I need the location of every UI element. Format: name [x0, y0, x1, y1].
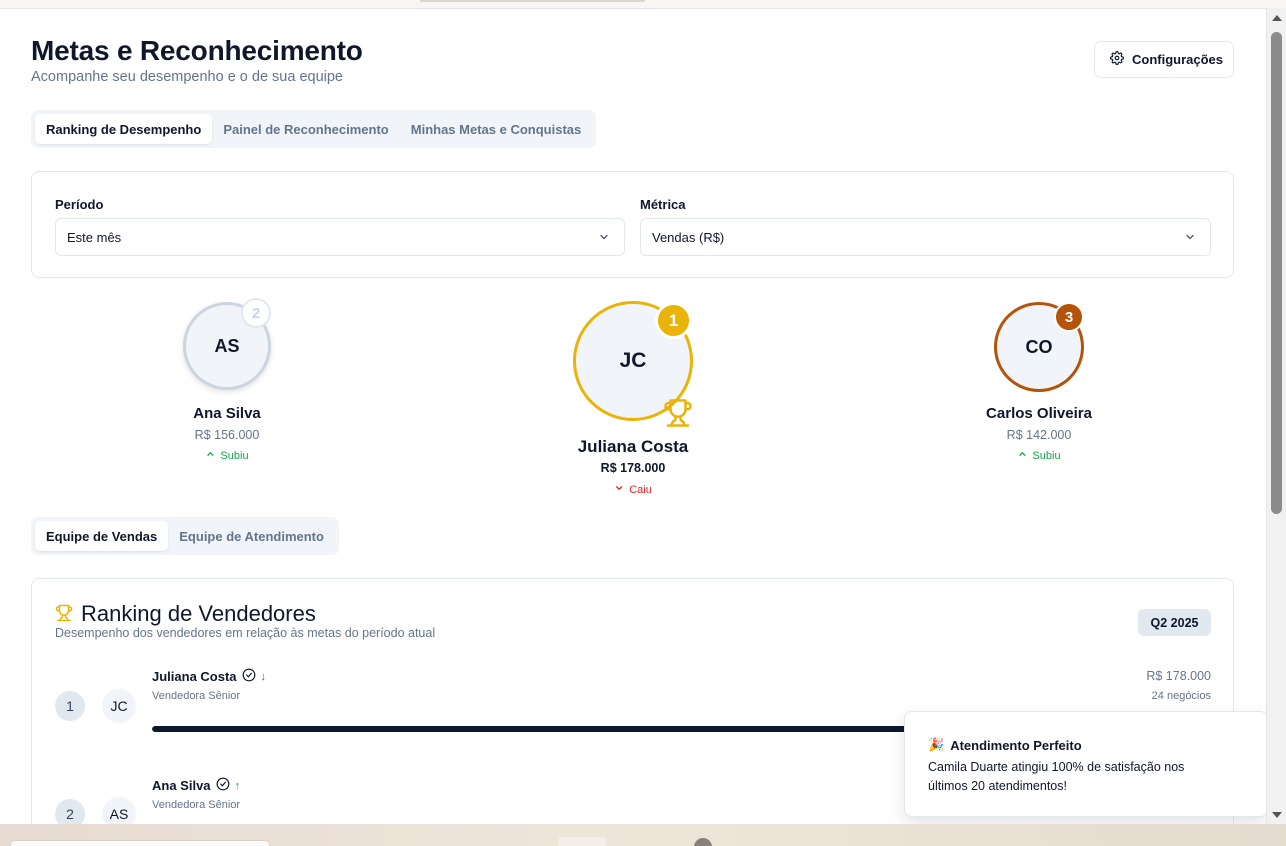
toast-message: Camila Duarte atingiu 100% de satisfação…	[928, 760, 1185, 793]
toast-title-label: Atendimento Perfeito	[950, 737, 1082, 753]
scrollbar[interactable]	[1266, 8, 1286, 824]
party-icon: 🎉	[928, 737, 945, 752]
trend-up: Subiu	[205, 449, 249, 462]
chevron-down-icon	[598, 231, 610, 246]
period-badge: Q2 2025	[1138, 609, 1211, 636]
scrollbar-thumb[interactable]	[1271, 32, 1282, 514]
tab-ranking[interactable]: Ranking de Desempenho	[35, 114, 213, 144]
ranking-description: Desempenho dos vendedores em relação às …	[55, 626, 436, 640]
verified-icon	[242, 668, 256, 685]
podium-value: R$ 142.000	[1006, 428, 1072, 442]
rank-number: 2	[55, 799, 85, 824]
podium-name: Ana Silva	[193, 405, 261, 422]
podium-name: Juliana Costa	[577, 437, 689, 456]
ranking-title: Ranking de Vendedores	[81, 601, 316, 626]
seller-name: Ana Silva ↑	[152, 777, 240, 794]
chevron-down-icon	[614, 483, 624, 496]
period-select[interactable]: Este mês	[55, 218, 625, 256]
taskbar	[0, 824, 1286, 846]
avatar: JC	[102, 689, 136, 723]
chevron-up-icon	[205, 449, 215, 462]
metric-value: Vendas (R$)	[652, 229, 725, 245]
gear-icon	[1110, 51, 1124, 68]
taskbar-search[interactable]	[10, 840, 270, 846]
period-label: Período	[55, 197, 104, 212]
seller-name: Juliana Costa ↓	[152, 668, 266, 685]
chevron-down-icon	[1184, 231, 1196, 246]
settings-label: Configurações	[1132, 52, 1224, 67]
rank-badge-3: 3	[1054, 302, 1084, 332]
team-tabs: Equipe de Vendas Equipe de Atendimento	[31, 517, 339, 555]
podium-name: Carlos Oliveira	[986, 405, 1092, 422]
page-subtitle: Acompanhe seu desempenho e o de sua equi…	[31, 69, 343, 85]
tab-sales-team[interactable]: Equipe de Vendas	[35, 521, 169, 551]
taskbar-avatar[interactable]	[694, 838, 712, 846]
rank-number: 1	[55, 691, 85, 721]
verified-icon	[216, 777, 230, 794]
seller-name-label: Juliana Costa	[152, 669, 237, 684]
seller-deals: 24 negócios	[1151, 690, 1211, 702]
podium-value: R$ 156.000	[194, 428, 260, 442]
trophy-icon	[663, 398, 693, 433]
settings-button[interactable]: Configurações	[1094, 41, 1234, 78]
metric-select[interactable]: Vendas (R$)	[640, 218, 1211, 256]
trend-arrow: ↑	[234, 779, 241, 792]
tab-my-goals[interactable]: Minhas Metas e Conquistas	[400, 114, 592, 144]
seller-value: R$ 178.000	[1146, 669, 1211, 683]
trend-label: Subiu	[1032, 449, 1061, 462]
trend-label: Subiu	[220, 449, 249, 462]
page-title: Metas e Reconhecimento	[31, 35, 363, 66]
chevron-up-icon	[1017, 449, 1027, 462]
seller-role: Vendedora Sênior	[152, 690, 241, 702]
avatar: AS	[102, 797, 136, 824]
trend-up: Subiu	[1017, 449, 1061, 462]
notification-toast[interactable]: 🎉 Atendimento Perfeito Camila Duarte ati…	[904, 711, 1266, 817]
scroll-up-icon[interactable]	[1272, 15, 1282, 21]
rank-badge-1: 1	[655, 302, 692, 339]
rank-badge-2: 2	[241, 298, 271, 328]
trophy-icon	[55, 604, 73, 627]
seller-name-label: Ana Silva	[152, 778, 211, 793]
toast-title: 🎉 Atendimento Perfeito	[928, 737, 1082, 753]
scroll-down-icon[interactable]	[1272, 812, 1282, 818]
tab-indicator	[420, 0, 645, 2]
seller-role: Vendedora Sênior	[152, 799, 241, 811]
taskbar-item[interactable]	[558, 837, 606, 846]
filters-card: Período Este mês Métrica Vendas (R$)	[31, 171, 1234, 278]
main-tabs: Ranking de Desempenho Painel de Reconhec…	[31, 110, 597, 148]
period-value: Este mês	[67, 229, 122, 245]
podium-value: R$ 178.000	[600, 461, 666, 475]
trend-down: Caiu	[614, 483, 652, 496]
tab-recognition[interactable]: Painel de Reconhecimento	[212, 114, 399, 144]
metric-label: Métrica	[640, 197, 686, 212]
app-viewport: Metas e Reconhecimento Acompanhe seu des…	[0, 8, 1266, 824]
trend-arrow: ↓	[260, 670, 267, 683]
trend-label: Caiu	[629, 483, 652, 496]
browser-top-strip	[0, 0, 1286, 8]
tab-support-team[interactable]: Equipe de Atendimento	[168, 521, 335, 551]
